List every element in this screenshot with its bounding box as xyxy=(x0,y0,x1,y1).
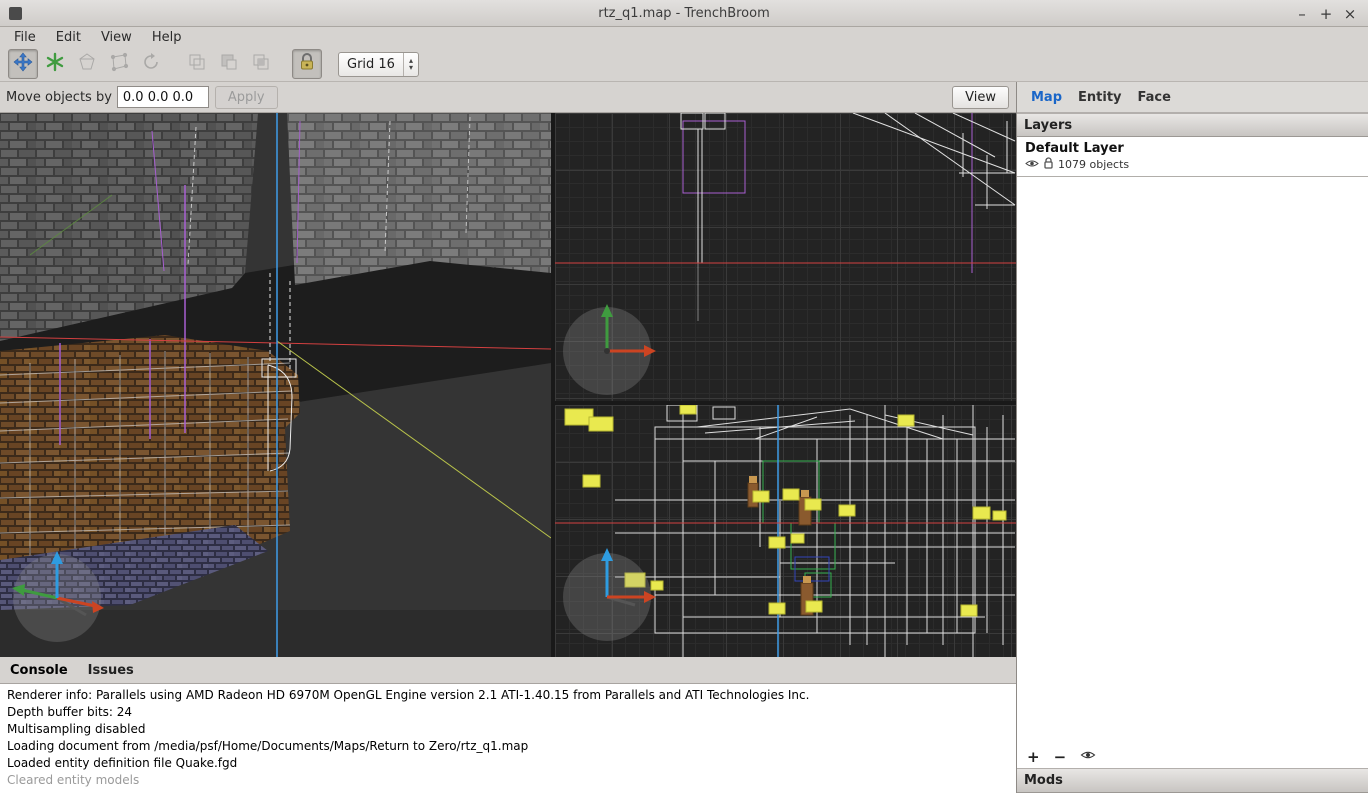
tab-face[interactable]: Face xyxy=(1134,88,1175,107)
console-line: Loaded entity definition file Quake.fgd xyxy=(7,755,1009,772)
spinner-down-icon[interactable]: ▾ xyxy=(409,64,413,71)
console-line: Cleared entity models xyxy=(7,772,1009,789)
move-tool-button[interactable] xyxy=(8,49,38,79)
texture-lock-button[interactable] xyxy=(292,49,322,79)
menu-edit[interactable]: Edit xyxy=(46,28,91,47)
layers-header: Layers xyxy=(1017,113,1368,137)
viewport-2d-bottom[interactable] xyxy=(555,405,1016,657)
grid-size-spinner[interactable]: ▴ ▾ xyxy=(403,53,418,76)
menu-view[interactable]: View xyxy=(91,28,142,47)
camera-gizmo-top xyxy=(563,304,656,395)
remove-layer-button[interactable]: − xyxy=(1054,750,1067,764)
trenchbroom-window: rtz_q1.map - TrenchBroom – + × File Edit… xyxy=(0,0,1368,793)
clip-tool-button[interactable] xyxy=(72,49,102,79)
menu-file[interactable]: File xyxy=(4,28,46,47)
window-title: rtz_q1.map - TrenchBroom xyxy=(0,6,1368,21)
mods-header[interactable]: Mods xyxy=(1017,768,1368,793)
brush-tool-button[interactable] xyxy=(40,49,70,79)
clip-icon xyxy=(77,52,97,76)
inspector-panel: Map Entity Face Layers Default Layer 107… xyxy=(1016,82,1368,793)
layer-name: Default Layer xyxy=(1017,138,1368,156)
console-line: Depth buffer bits: 24 xyxy=(7,704,1009,721)
move-objects-label: Move objects by xyxy=(6,90,112,105)
csg-merge-icon xyxy=(187,52,207,76)
titlebar[interactable]: rtz_q1.map - TrenchBroom – + × xyxy=(0,0,1368,27)
apply-button[interactable]: Apply xyxy=(215,86,278,109)
console-line: Loading document from /media/psf/Home/Do… xyxy=(7,738,1009,755)
tab-entity[interactable]: Entity xyxy=(1074,88,1126,107)
rotate-icon xyxy=(141,52,161,76)
view-dropdown-button[interactable]: View xyxy=(952,86,1009,109)
mods-header-label: Mods xyxy=(1024,773,1063,788)
console-line: Multisampling disabled xyxy=(7,721,1009,738)
move-arrows-icon xyxy=(13,52,33,76)
tab-issues[interactable]: Issues xyxy=(88,663,134,678)
app-icon xyxy=(9,7,22,20)
menu-help[interactable]: Help xyxy=(142,28,192,47)
toggle-visibility-button[interactable] xyxy=(1080,749,1096,765)
vertex-tool-button[interactable] xyxy=(104,49,134,79)
layer-controls: + − xyxy=(1017,745,1368,768)
viewport-2d-top-scene xyxy=(555,113,1016,401)
action-bar: Move objects by Apply View xyxy=(0,82,1016,113)
csg-intersect-button[interactable] xyxy=(246,49,276,79)
csg-intersect-icon xyxy=(251,52,271,76)
toolbar: Grid 16 ▴ ▾ xyxy=(0,47,1368,82)
csg-convex-merge-button[interactable] xyxy=(182,49,212,79)
layer-visibility-icon[interactable] xyxy=(1025,158,1039,172)
move-objects-input[interactable] xyxy=(117,86,209,108)
close-button[interactable]: × xyxy=(1338,5,1362,23)
grid-size-select[interactable]: Grid 16 ▴ ▾ xyxy=(338,52,419,77)
tab-map[interactable]: Map xyxy=(1027,88,1066,107)
layer-lock-icon[interactable] xyxy=(1043,157,1054,172)
vertex-icon xyxy=(109,52,129,76)
inspector-tab-bar: Map Entity Face xyxy=(1017,82,1368,113)
tab-console[interactable]: Console xyxy=(10,663,68,678)
add-layer-button[interactable]: + xyxy=(1027,750,1040,764)
green-star-icon xyxy=(45,52,65,76)
rotate-tool-button[interactable] xyxy=(136,49,166,79)
minimize-button[interactable]: – xyxy=(1290,5,1314,23)
console-output[interactable]: Renderer info: Parallels using AMD Radeo… xyxy=(0,684,1016,793)
menubar: File Edit View Help xyxy=(0,27,1368,47)
console-tab-bar: Console Issues xyxy=(0,657,1016,684)
viewport-3d[interactable] xyxy=(0,113,551,657)
layer-row-default[interactable]: Default Layer 1079 objects xyxy=(1017,138,1368,177)
csg-subtract-button[interactable] xyxy=(214,49,244,79)
csg-subtract-icon xyxy=(219,52,239,76)
lock-icon xyxy=(297,52,317,76)
layer-list-area[interactable] xyxy=(1017,177,1368,745)
layer-object-count: 1079 objects xyxy=(1058,158,1129,171)
console-line: Renderer info: Parallels using AMD Radeo… xyxy=(7,687,1009,704)
camera-gizmo-front xyxy=(563,548,656,641)
viewport-3d-scene xyxy=(0,113,551,657)
layers-header-label: Layers xyxy=(1024,118,1072,133)
viewport-2d-bottom-scene xyxy=(555,405,1016,657)
viewport-2d-top[interactable] xyxy=(555,113,1016,401)
grid-size-value: Grid 16 xyxy=(339,57,403,72)
maximize-button[interactable]: + xyxy=(1314,5,1338,23)
